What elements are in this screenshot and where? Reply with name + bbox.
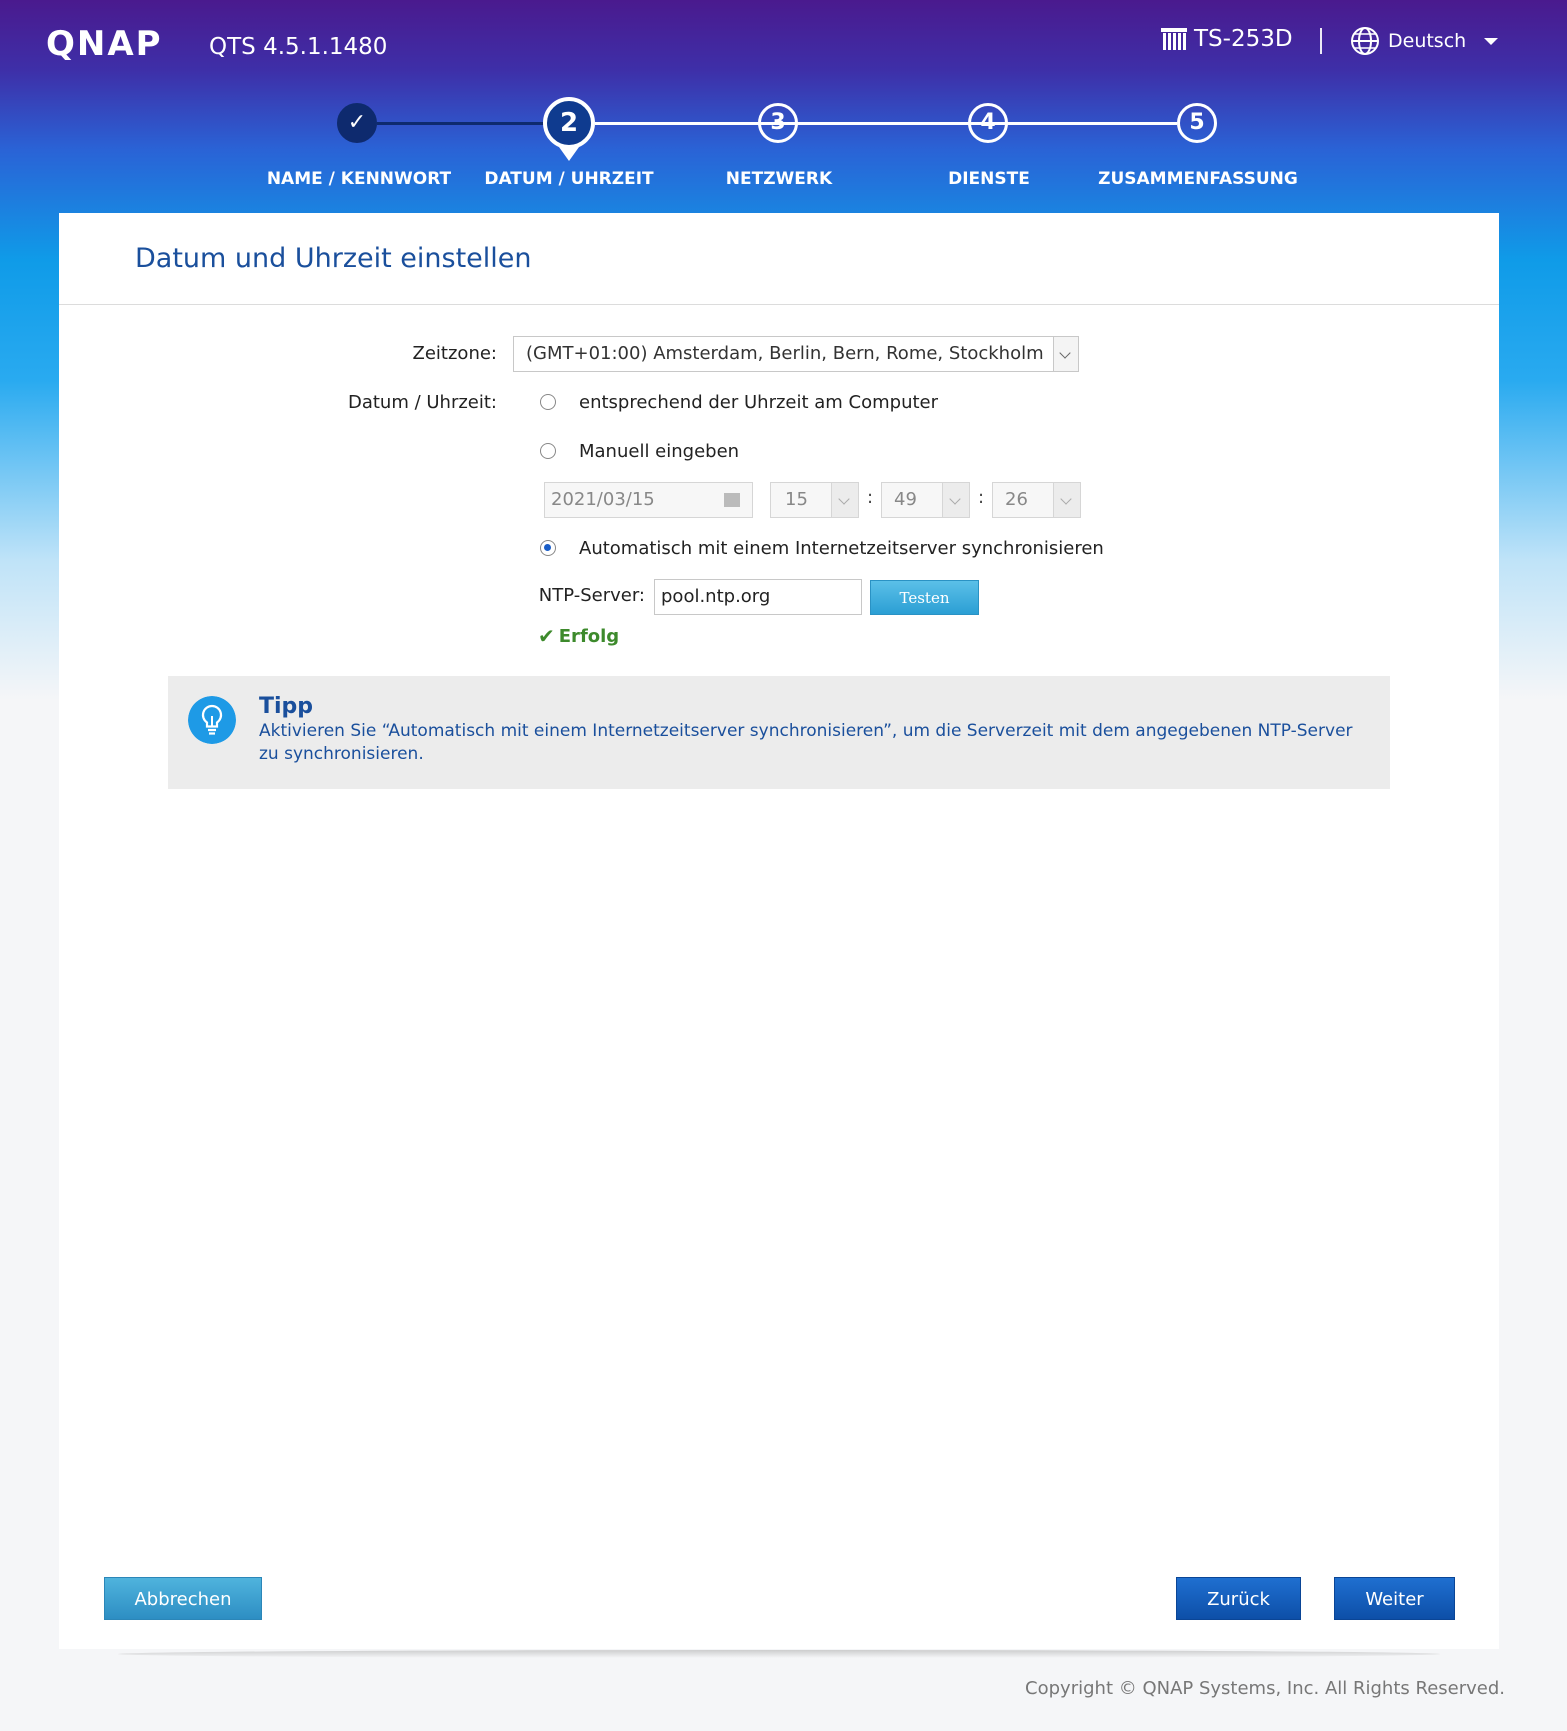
date-value: 2021/03/15	[551, 489, 655, 510]
minute-value: 49	[894, 489, 917, 510]
step-1-circle[interactable]: ✓	[337, 103, 377, 143]
chevron-down-icon	[838, 493, 850, 505]
title-divider	[59, 304, 1499, 305]
chevron-down-icon	[1059, 347, 1071, 359]
panel-shadow	[118, 1650, 1440, 1658]
tip-box: Tipp Aktivieren Sie “Automatisch mit ein…	[168, 676, 1390, 789]
language-label: Deutsch	[1388, 30, 1467, 52]
time-colon-1: :	[867, 487, 874, 508]
ntp-server-input[interactable]: pool.ntp.org	[654, 579, 862, 615]
page-title: Datum und Uhrzeit einstellen	[135, 243, 532, 274]
minute-select: 49	[881, 482, 970, 518]
device-label: TS-253D	[1194, 26, 1293, 52]
nas-device-icon	[1161, 28, 1187, 50]
os-version: QTS 4.5.1.1480	[209, 34, 388, 60]
step-3-label: NETZWERK	[725, 169, 833, 189]
tip-title: Tipp	[259, 694, 314, 719]
datetime-label: Datum / Uhrzeit:	[347, 392, 497, 413]
second-dropdown	[1053, 483, 1080, 517]
device-name: TS-253D	[1160, 26, 1293, 52]
language-selector[interactable]: Deutsch	[1350, 26, 1499, 56]
qnap-logo: QNAP	[46, 24, 163, 64]
step-5-label: ZUSAMMENFASSUNG	[1098, 169, 1298, 189]
step-5-circle: 5	[1177, 103, 1217, 143]
radio-computer-time[interactable]	[540, 394, 556, 410]
calendar-icon	[724, 493, 740, 507]
minute-dropdown	[942, 483, 969, 517]
hour-select: 15	[770, 482, 859, 518]
wizard-panel: Datum und Uhrzeit einstellen Zeitzone: (…	[59, 213, 1499, 1649]
second-value: 26	[1005, 489, 1028, 510]
radio-auto-ntp[interactable]	[540, 540, 556, 556]
success-text: Erfolg	[558, 625, 620, 647]
checkmark-icon: ✔	[538, 624, 555, 648]
radio-auto-ntp-label[interactable]: Automatisch mit einem Internetzeitserver…	[579, 538, 1104, 559]
chevron-down-icon	[1060, 493, 1072, 505]
hour-dropdown	[831, 483, 858, 517]
second-select: 26	[992, 482, 1081, 518]
header-separator	[1320, 28, 1322, 54]
active-step-pointer	[559, 147, 579, 161]
step-connector-todo	[595, 122, 1177, 125]
radio-manual[interactable]	[540, 443, 556, 459]
timezone-select[interactable]: (GMT+01:00) Amsterdam, Berlin, Bern, Rom…	[513, 336, 1079, 372]
radio-computer-time-label[interactable]: entsprechend der Uhrzeit am Computer	[579, 392, 938, 413]
step-3-circle: 3	[758, 103, 798, 143]
step-2-label: DATUM / UHRZEIT	[484, 169, 654, 189]
radio-manual-label[interactable]: Manuell eingeben	[579, 441, 739, 462]
step-2-circle[interactable]: 2	[543, 97, 595, 149]
cancel-button[interactable]: Abbrechen	[104, 1577, 262, 1620]
time-colon-2: :	[978, 487, 985, 508]
test-button[interactable]: Testen	[870, 580, 979, 615]
copyright-text: Copyright © QNAP Systems, Inc. All Right…	[1025, 1678, 1505, 1699]
hour-value: 15	[785, 489, 808, 510]
top-header: QNAP QTS 4.5.1.1480 TS-253D Deutsch	[0, 0, 1567, 90]
timezone-label: Zeitzone:	[412, 343, 497, 364]
date-field: 2021/03/15	[544, 482, 753, 518]
globe-icon	[1351, 27, 1379, 55]
lightbulb-icon	[188, 696, 236, 744]
tip-text: Aktivieren Sie “Automatisch mit einem In…	[259, 721, 1353, 764]
setup-stepper: ✓ NAME / KENNWORT 2 DATUM / UHRZEIT 3 NE…	[0, 95, 1567, 195]
step-4-circle: 4	[968, 103, 1008, 143]
next-button[interactable]: Weiter	[1334, 1577, 1455, 1620]
ntp-status: ✔ Erfolg	[538, 624, 619, 648]
step-4-label: DIENSTE	[948, 169, 1030, 189]
ntp-server-label: NTP-Server:	[538, 585, 645, 606]
step-1-label: NAME / KENNWORT	[266, 169, 452, 189]
timezone-value: (GMT+01:00) Amsterdam, Berlin, Bern, Rom…	[526, 343, 1044, 364]
step-connector-done	[377, 122, 567, 125]
timezone-dropdown-button[interactable]	[1053, 337, 1078, 371]
back-button[interactable]: Zurück	[1176, 1577, 1301, 1620]
chevron-down-icon	[949, 493, 961, 505]
chevron-down-icon	[1484, 37, 1499, 45]
